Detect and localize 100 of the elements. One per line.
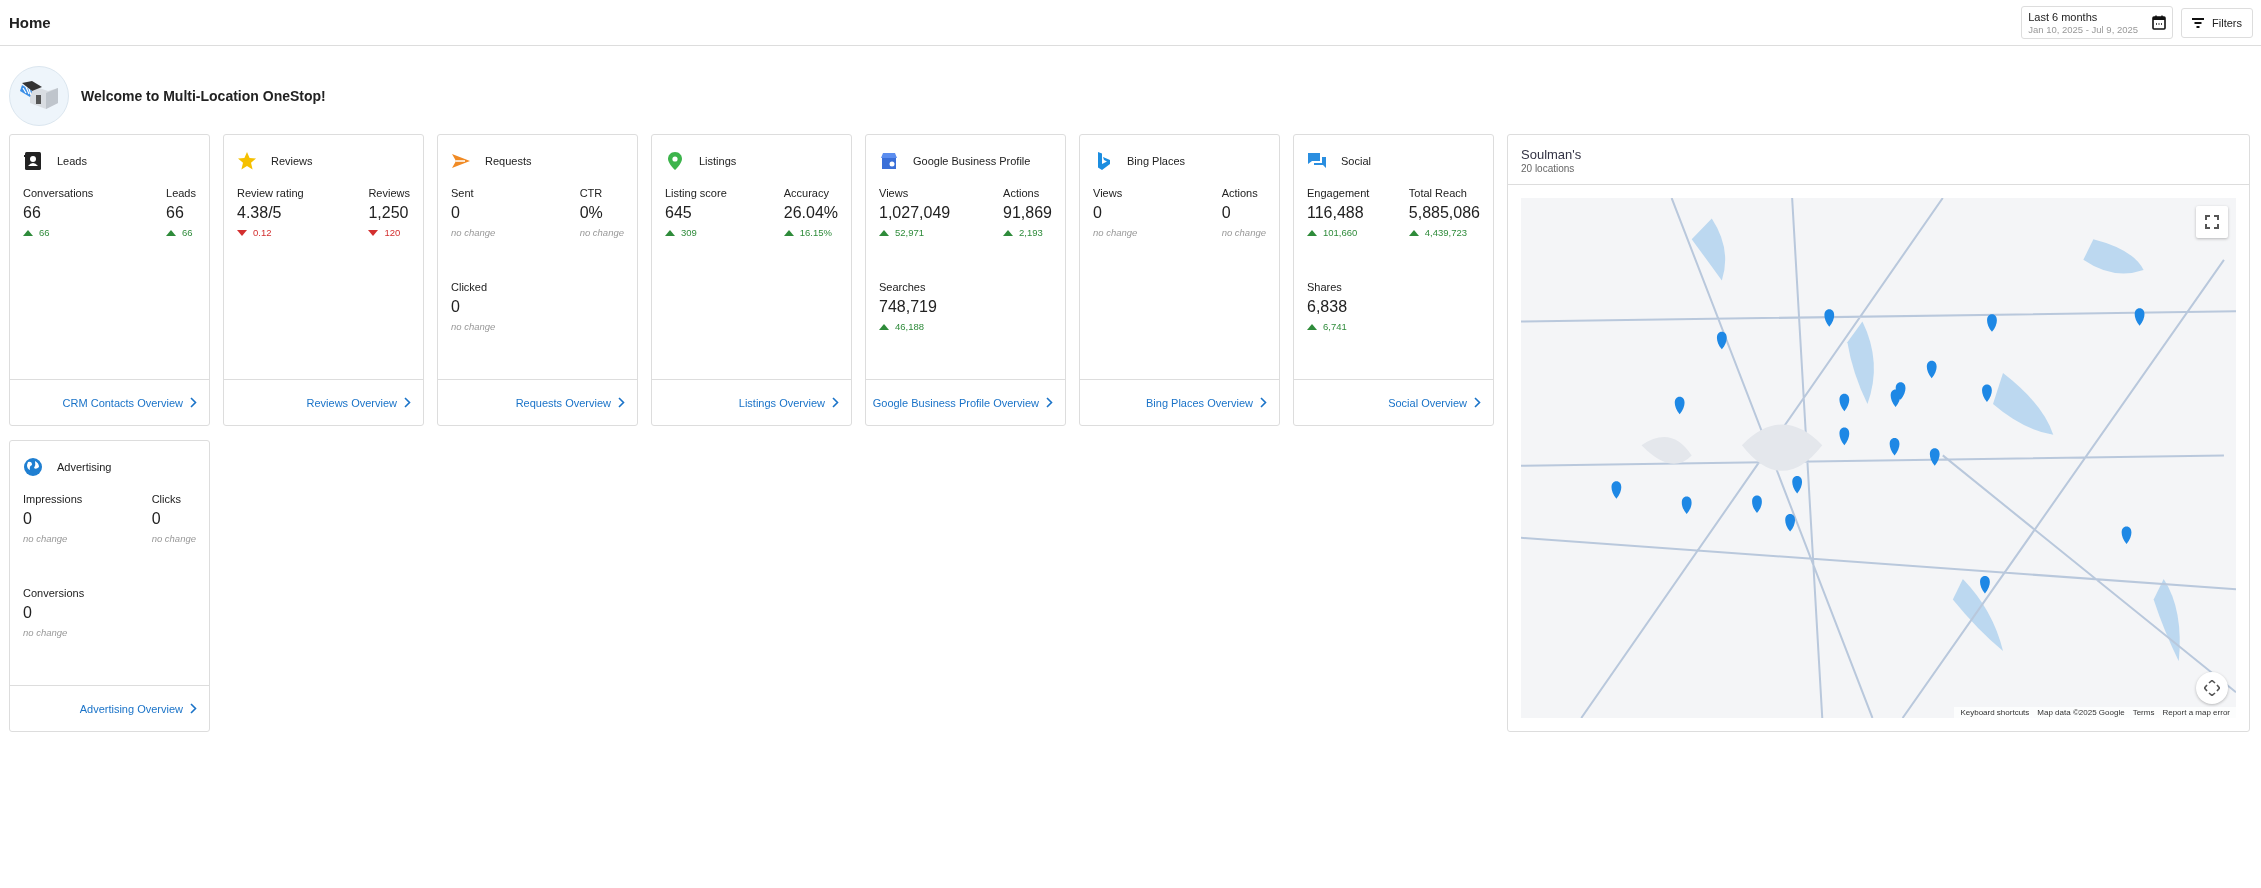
- map-pin-icon: [665, 151, 685, 171]
- metric-change: 4,439,723: [1424, 227, 1468, 238]
- down-triangle-icon: [368, 229, 379, 236]
- metric-value: 1,027,049: [879, 204, 951, 222]
- metric-change: 16.15%: [799, 227, 832, 238]
- metric-change: 46,188: [895, 321, 925, 332]
- metric-value: 26.04%: [783, 204, 838, 222]
- card-title: Bing Places: [1127, 155, 1186, 167]
- metric-change: no change: [151, 533, 196, 544]
- metric-value: 645: [665, 204, 692, 222]
- overview-link[interactable]: Requests Overview: [515, 396, 625, 409]
- globe-icon: [23, 457, 43, 477]
- metric-label: Searches: [879, 281, 926, 293]
- metric-change: 66: [39, 227, 50, 238]
- up-triangle-icon: [879, 323, 889, 330]
- up-triangle-icon: [166, 229, 176, 236]
- metric-change: 0.12: [253, 227, 272, 238]
- card-title: Requests: [485, 155, 532, 167]
- metric-label: Impressions: [23, 493, 83, 505]
- up-triangle-icon: [1003, 229, 1014, 236]
- metric-label: Views: [1093, 187, 1123, 199]
- location-count: 20 locations: [1521, 163, 1576, 174]
- metric-label: Accuracy: [783, 187, 829, 199]
- metric-change: no change: [451, 227, 496, 238]
- metric-value: 5,885,086: [1408, 204, 1480, 222]
- date-range-picker[interactable]: Last 6 months Jan 10, 2025 - Jul 9, 2025: [2021, 6, 2174, 39]
- metric-value: 1,250: [368, 204, 409, 222]
- up-triangle-icon: [1307, 323, 1317, 330]
- overview-link[interactable]: Social Overview: [1388, 396, 1481, 409]
- metric-label: Clicks: [151, 493, 181, 505]
- metric-change: no change: [579, 227, 624, 238]
- card-title: Listings: [699, 155, 737, 167]
- metric-change: no change: [1221, 227, 1266, 238]
- metric-value: 0: [151, 510, 161, 528]
- overview-link[interactable]: Reviews Overview: [306, 396, 411, 409]
- card-title: Advertising: [57, 461, 112, 473]
- page-title: Home: [9, 14, 51, 31]
- metric-value: 66: [166, 204, 184, 222]
- chevron-right-icon: [618, 397, 625, 408]
- filter-icon: [2192, 17, 2205, 28]
- up-triangle-icon: [23, 229, 33, 236]
- metric-change: no change: [1093, 227, 1138, 238]
- metric-value: 0: [451, 298, 460, 316]
- star-icon: [237, 151, 257, 171]
- metric-change: 2,193: [1019, 227, 1043, 238]
- metric-change: no change: [23, 533, 68, 544]
- paper-plane-icon: [451, 151, 471, 171]
- metric-value: 0: [1221, 204, 1231, 222]
- metric-value: 748,719: [879, 298, 937, 316]
- storefront-icon: [879, 151, 899, 171]
- chevron-right-icon: [1260, 397, 1267, 408]
- metric-change: 66: [182, 227, 193, 238]
- metric-label: Conversations: [23, 187, 94, 199]
- metric-change: no change: [23, 627, 68, 638]
- up-triangle-icon: [783, 229, 794, 236]
- up-triangle-icon: [665, 229, 675, 236]
- overview-link[interactable]: Bing Places Overview: [1146, 396, 1267, 409]
- metric-value: 66: [23, 204, 41, 222]
- overview-link[interactable]: Listings Overview: [738, 396, 839, 409]
- metric-label: Sent: [451, 187, 474, 199]
- metric-label: CTR: [579, 187, 603, 199]
- metric-change: no change: [451, 321, 496, 332]
- metric-value: 0: [23, 604, 32, 622]
- chevron-right-icon: [404, 397, 411, 408]
- metric-label: Leads: [166, 187, 196, 199]
- card-title: Reviews: [271, 155, 313, 167]
- metric-change: 309: [681, 227, 697, 238]
- welcome-heading: Welcome to Multi-Location OneStop!: [81, 88, 326, 104]
- down-triangle-icon: [237, 229, 247, 236]
- overview-link[interactable]: Google Business Profile Overview: [872, 396, 1053, 409]
- chevron-right-icon: [1474, 397, 1481, 408]
- metric-change: 52,971: [895, 227, 925, 238]
- arrows-icon: [2204, 680, 2220, 696]
- filters-button[interactable]: Filters: [2181, 7, 2253, 38]
- chevron-right-icon: [190, 703, 197, 714]
- metric-value: 0: [1093, 204, 1102, 222]
- metric-label: Views: [879, 187, 909, 199]
- up-triangle-icon: [1408, 229, 1419, 236]
- fullscreen-button[interactable]: [2196, 206, 2228, 238]
- metric-label: Engagement: [1307, 187, 1370, 199]
- card-title: Google Business Profile: [913, 155, 1031, 167]
- metric-label: Total Reach: [1408, 187, 1467, 199]
- metric-change: 6,741: [1323, 321, 1347, 332]
- metric-value: 4.38/5: [237, 204, 282, 222]
- metric-value: 91,869: [1003, 204, 1052, 222]
- chevron-right-icon: [832, 397, 839, 408]
- metric-value: 116,488: [1307, 204, 1364, 222]
- metric-label: Actions: [1221, 187, 1258, 199]
- map-attribution-bar: Keyboard shortcuts Map data ©2025 Google Terms Report a map error: [1954, 707, 2236, 718]
- overview-link[interactable]: Advertising Overview: [79, 702, 197, 715]
- fullscreen-icon: [2205, 215, 2219, 229]
- contact-book-icon: [23, 151, 43, 171]
- metric-label: Reviews: [368, 187, 410, 199]
- metric-change: 101,660: [1323, 227, 1358, 238]
- card-title: Social: [1341, 155, 1371, 167]
- metric-value: 6,838: [1307, 298, 1348, 316]
- metric-value: 0: [451, 204, 460, 222]
- up-triangle-icon: [879, 229, 889, 236]
- calendar-icon: [2152, 15, 2167, 30]
- overview-link[interactable]: CRM Contacts Overview: [62, 396, 197, 409]
